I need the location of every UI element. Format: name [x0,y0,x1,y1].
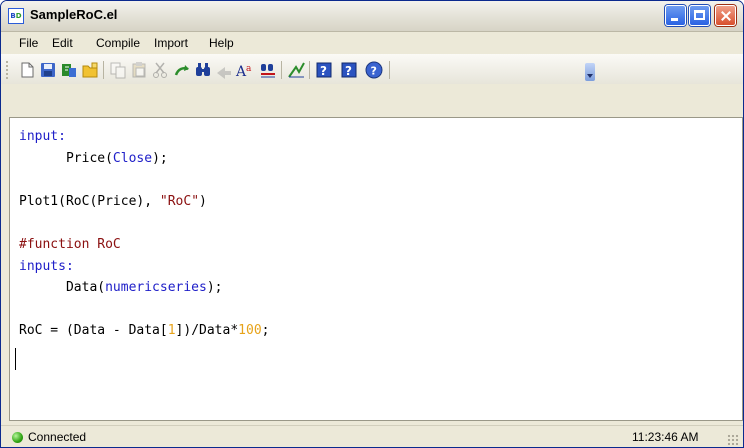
minimize-icon [666,6,685,25]
code-line: Plot1(RoC(Price), "RoC") [19,193,207,209]
toolbar-separator [309,61,310,79]
app-icon[interactable]: BD [8,8,24,24]
save-icon[interactable] [39,61,57,79]
toolbar: Aa ? ? ? [1,54,743,84]
maximize-icon [690,6,709,25]
toolbar-separator [103,61,104,79]
menu-file[interactable]: File [17,35,40,51]
code-line: inputs: [19,258,74,274]
paste-icon[interactable] [130,61,148,79]
new-document-icon[interactable] [18,61,36,79]
about-icon[interactable]: ? [365,61,383,79]
connection-status: Connected [28,430,87,444]
plot-icon[interactable] [287,61,305,79]
toolbar-grip[interactable] [6,61,11,79]
code-text[interactable]: input: Price(Close); Plot1(RoC(Price), "R… [19,126,269,342]
title-bar[interactable]: BD SampleRoC.el [1,1,743,32]
svg-text:?: ? [320,64,327,78]
menu-bar: File Edit Compile Import Help [1,32,743,54]
connection-status-icon [12,432,23,443]
find-next-icon[interactable] [215,61,233,79]
menu-edit[interactable]: Edit [50,35,75,51]
window-title: SampleRoC.el [30,7,118,22]
menu-import[interactable]: Import [152,35,190,51]
status-bar: Connected 11:23:46 AM [1,425,743,447]
copy-icon[interactable] [109,61,127,79]
editor-window: BD SampleRoC.el File Edit Compile Import… [0,0,744,448]
toolbar-options-icon[interactable] [585,63,595,81]
menu-compile[interactable]: Compile [94,35,142,51]
svg-text:a: a [246,64,252,74]
cut-icon[interactable] [151,61,169,79]
resize-grip-icon[interactable] [727,434,739,446]
open-icon[interactable] [60,61,78,79]
maximize-button[interactable] [689,5,710,26]
code-line: Data(numericseries); [19,280,223,296]
find-icon[interactable] [194,61,212,79]
help-icon[interactable]: ? [315,61,333,79]
replace-icon[interactable] [259,61,277,79]
minimize-button[interactable] [665,5,686,26]
code-line: input: [19,129,66,144]
folder-icon[interactable] [81,61,99,79]
close-button[interactable] [715,5,736,26]
toolbar-separator [281,61,282,79]
svg-text:?: ? [371,65,377,78]
context-help-icon[interactable]: ? [340,61,358,79]
text-cursor [15,348,16,370]
toolbar-separator [389,61,390,79]
close-icon [716,6,735,25]
undo-icon[interactable] [173,61,191,79]
code-line: #function RoC [19,236,121,252]
menu-help[interactable]: Help [207,35,236,51]
status-time: 11:23:46 AM [632,430,699,444]
code-line: Price(Close); [19,150,168,166]
svg-text:?: ? [345,64,352,78]
code-line: RoC = (Data - Data[1])/Data*100; [19,323,270,339]
font-icon[interactable]: Aa [235,61,253,80]
